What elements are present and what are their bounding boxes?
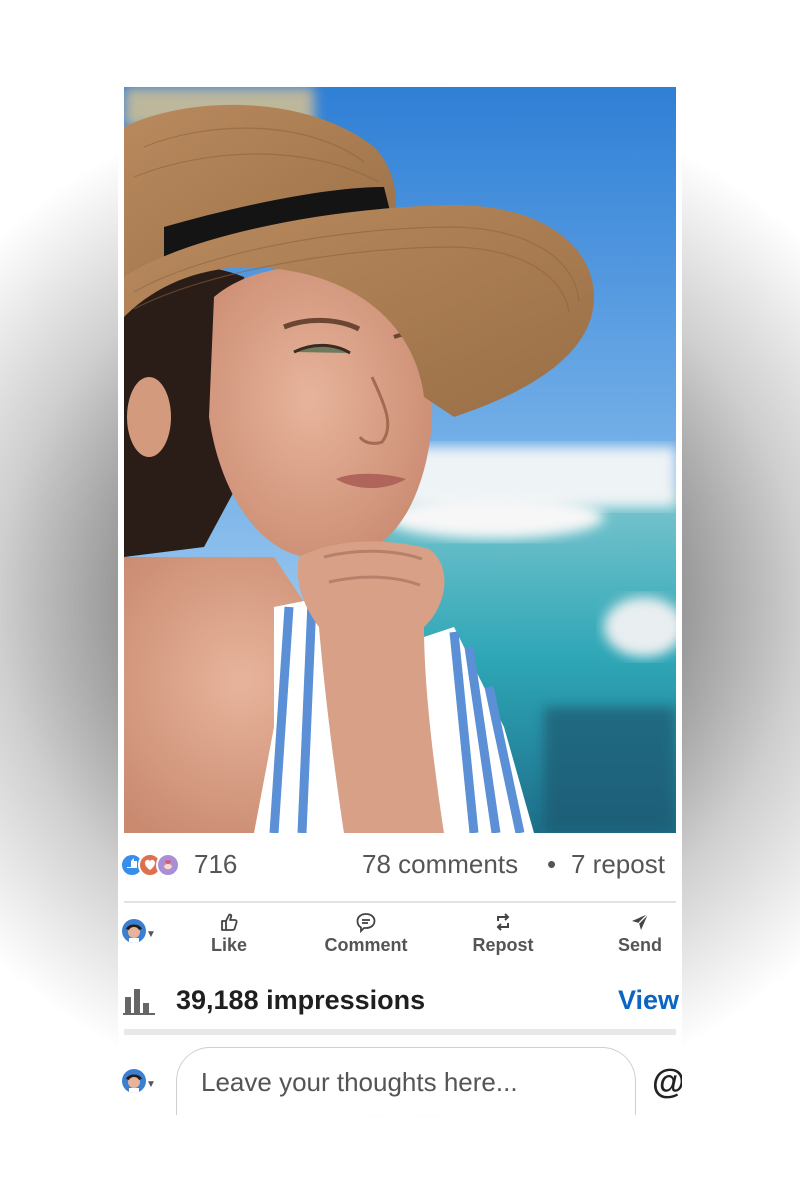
comment-composer: ▼ Leave your thoughts here... @	[118, 1045, 682, 1115]
reactor-avatar[interactable]	[122, 919, 146, 943]
bar-chart-icon	[123, 989, 155, 1015]
send-button[interactable]: Send	[585, 911, 682, 965]
repost-button[interactable]: Repost	[448, 911, 558, 965]
social-counts-row: 716 78 comments • 7 repost	[118, 841, 682, 891]
impressions-row[interactable]: 39,188 impressions View	[118, 983, 682, 1023]
reposts-count-link[interactable]: 7 repost	[571, 849, 665, 880]
comment-icon	[356, 913, 376, 933]
chevron-down-icon[interactable]: ▼	[146, 1079, 156, 1090]
comment-label: Comment	[324, 935, 408, 955]
reaction-count[interactable]: 716	[194, 849, 237, 880]
post-action-bar: ▼ Like Comment Repost Send	[118, 905, 682, 965]
impressions-count: 39,188 impressions	[176, 985, 426, 1015]
like-label: Like	[210, 935, 248, 955]
send-icon	[632, 913, 649, 930]
section-divider	[124, 1029, 676, 1035]
repost-label: Repost	[472, 935, 534, 955]
post-card: 716 78 comments • 7 repost ▼ Like Commen…	[118, 85, 682, 1115]
user-avatar[interactable]	[122, 1069, 146, 1093]
comments-count-link[interactable]: 78 comments	[362, 849, 518, 880]
chevron-down-icon[interactable]: ▼	[146, 929, 156, 940]
reactions-icon-stack[interactable]	[122, 852, 186, 878]
view-analytics-link[interactable]: View	[618, 985, 679, 1016]
comment-input[interactable]: Leave your thoughts here...	[176, 1047, 636, 1115]
post-photo[interactable]	[124, 87, 676, 833]
divider	[124, 901, 676, 903]
separator-dot: •	[547, 849, 557, 879]
comment-button[interactable]: Comment	[311, 911, 421, 965]
thumbs-up-icon	[221, 913, 238, 931]
mention-icon[interactable]: @	[652, 1063, 682, 1102]
send-label: Send	[617, 935, 662, 955]
repost-icon	[496, 913, 510, 931]
like-button[interactable]: Like	[174, 911, 284, 965]
